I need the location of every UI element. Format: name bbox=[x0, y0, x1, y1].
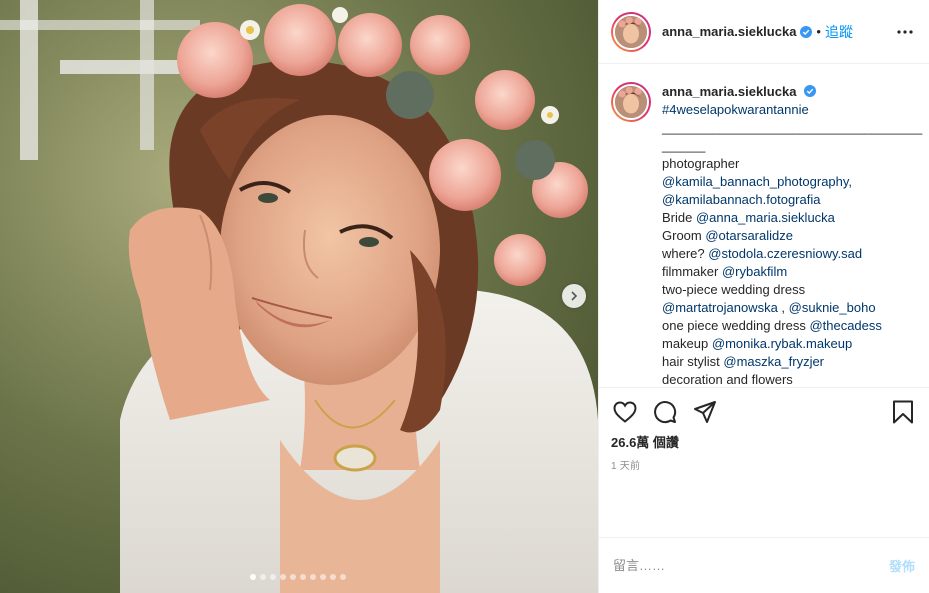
mention-link[interactable]: @monika.rybak.makeup bbox=[712, 336, 852, 351]
carousel-dot bbox=[270, 574, 276, 580]
carousel-dot bbox=[330, 574, 336, 580]
carousel-dot bbox=[260, 574, 266, 580]
like-button[interactable] bbox=[611, 398, 639, 426]
caption-body: #4weselapokwarantannie __________________… bbox=[662, 101, 922, 387]
post-actions: 26.6萬 個讚 1 天前 bbox=[599, 387, 929, 537]
carousel-dot bbox=[290, 574, 296, 580]
bookmark-icon bbox=[893, 400, 913, 424]
post-timestamp[interactable]: 1 天前 bbox=[611, 457, 917, 472]
caption-line: hair stylist @maszka_fryzjer bbox=[662, 353, 908, 371]
caption-line: @kamilabannach.fotografia bbox=[662, 191, 908, 209]
caption-avatar-image bbox=[615, 86, 647, 118]
action-icons bbox=[611, 398, 917, 426]
caption-text: anna_maria.sieklucka #4weselapokwarantan… bbox=[662, 82, 922, 387]
carousel-dot bbox=[310, 574, 316, 580]
more-options-icon bbox=[897, 29, 913, 34]
heart-icon bbox=[613, 401, 637, 423]
post-media[interactable] bbox=[0, 0, 598, 593]
caption-text-segment: hair stylist bbox=[662, 354, 724, 369]
header-username[interactable]: anna_maria.sieklucka bbox=[662, 24, 796, 39]
header-separator: • bbox=[816, 24, 821, 39]
caption-text-segment: makeup bbox=[662, 336, 712, 351]
caption-line: Groom @otarsaralidze bbox=[662, 227, 908, 245]
post-photo bbox=[0, 0, 598, 593]
caption-line: photographer bbox=[662, 155, 908, 173]
carousel-dot bbox=[300, 574, 306, 580]
caption-text-segment: Groom bbox=[662, 228, 706, 243]
caption-text-segment: where? bbox=[662, 246, 709, 261]
share-icon bbox=[694, 401, 716, 423]
caption-line: filmmaker @rybakfilm bbox=[662, 263, 908, 281]
carousel-dot bbox=[340, 574, 346, 580]
post-sidebar: anna_maria.sieklucka • 追蹤 anna_maria.sie… bbox=[598, 0, 929, 593]
mention-link[interactable]: @thecadess bbox=[809, 318, 881, 333]
hashtag-link[interactable]: #4weselapokwarantannie bbox=[662, 102, 809, 117]
mention-link[interactable]: @suknie_boho bbox=[789, 300, 876, 315]
instagram-post: anna_maria.sieklucka • 追蹤 anna_maria.sie… bbox=[0, 0, 929, 593]
post-header: anna_maria.sieklucka • 追蹤 bbox=[599, 0, 929, 64]
like-count[interactable]: 26.6萬 個讚 bbox=[611, 432, 917, 451]
mention-link[interactable]: @rybakfilm bbox=[722, 264, 787, 279]
chevron-right-icon bbox=[571, 291, 578, 301]
mention-link[interactable]: @stodola.czeresniowy.sad bbox=[708, 246, 862, 261]
caption-line: ______ bbox=[662, 137, 908, 155]
carousel-dot bbox=[320, 574, 326, 580]
carousel-indicator bbox=[250, 574, 346, 580]
follow-button[interactable]: 追蹤 bbox=[825, 22, 853, 42]
caption-text-segment: Bride bbox=[662, 210, 696, 225]
caption-text-segment: decoration and flowers bbox=[662, 372, 793, 387]
caption-text-segment: photographer bbox=[662, 156, 740, 171]
caption-text-segment: ____________________________________ bbox=[662, 120, 923, 135]
avatar[interactable] bbox=[611, 11, 651, 52]
more-options-button[interactable] bbox=[895, 22, 915, 42]
caption-line: #4weselapokwarantannie bbox=[662, 101, 908, 119]
caption-text-segment: , bbox=[777, 300, 789, 315]
caption-line: two-piece wedding dress bbox=[662, 281, 908, 299]
save-button[interactable] bbox=[889, 398, 917, 426]
caption-line: @kamila_bannach_photography, bbox=[662, 173, 908, 191]
caption-text-segment: one piece wedding dress bbox=[662, 318, 810, 333]
next-photo-button[interactable] bbox=[562, 284, 586, 308]
mention-link[interactable]: @maszka_fryzjer bbox=[723, 354, 824, 369]
caption-avatar[interactable] bbox=[611, 82, 651, 122]
mention-link[interactable]: @kamilabannach.fotografia bbox=[662, 192, 820, 207]
comment-button[interactable] bbox=[651, 398, 679, 426]
caption-line: decoration and flowers bbox=[662, 371, 908, 387]
caption-line: one piece wedding dress @thecadess bbox=[662, 317, 908, 335]
share-button[interactable] bbox=[691, 398, 719, 426]
comment-icon bbox=[654, 401, 677, 424]
caption-text-segment: two-piece wedding dress bbox=[662, 282, 806, 297]
comment-form: 發佈 bbox=[599, 537, 929, 593]
mention-link[interactable]: @martatrojanowska bbox=[662, 300, 778, 315]
caption-username[interactable]: anna_maria.sieklucka bbox=[662, 84, 796, 99]
caption-text-segment: filmmaker bbox=[662, 264, 722, 279]
caption-line: where? @stodola.czeresniowy.sad bbox=[662, 245, 908, 263]
carousel-dot bbox=[280, 574, 286, 580]
avatar-image bbox=[615, 15, 647, 48]
verified-badge-icon bbox=[804, 85, 817, 97]
verified-badge-icon bbox=[800, 25, 813, 38]
mention-link[interactable]: @anna_maria.sieklucka bbox=[696, 210, 835, 225]
mention-link[interactable]: @otarsaralidze bbox=[705, 228, 793, 243]
caption-line: ____________________________________ bbox=[662, 119, 922, 137]
caption-line: makeup @monika.rybak.makeup bbox=[662, 335, 908, 353]
caption-section: anna_maria.sieklucka #4weselapokwarantan… bbox=[599, 64, 929, 387]
caption-line: Bride @anna_maria.sieklucka bbox=[662, 209, 908, 227]
carousel-dot bbox=[250, 574, 256, 580]
mention-link[interactable]: @kamila_bannach_photography, bbox=[662, 174, 852, 189]
caption-text-segment: ______ bbox=[662, 138, 706, 153]
post-comment-button[interactable]: 發佈 bbox=[889, 556, 915, 575]
comment-input[interactable] bbox=[613, 558, 889, 573]
caption-line: @martatrojanowska , @suknie_boho bbox=[662, 299, 908, 317]
